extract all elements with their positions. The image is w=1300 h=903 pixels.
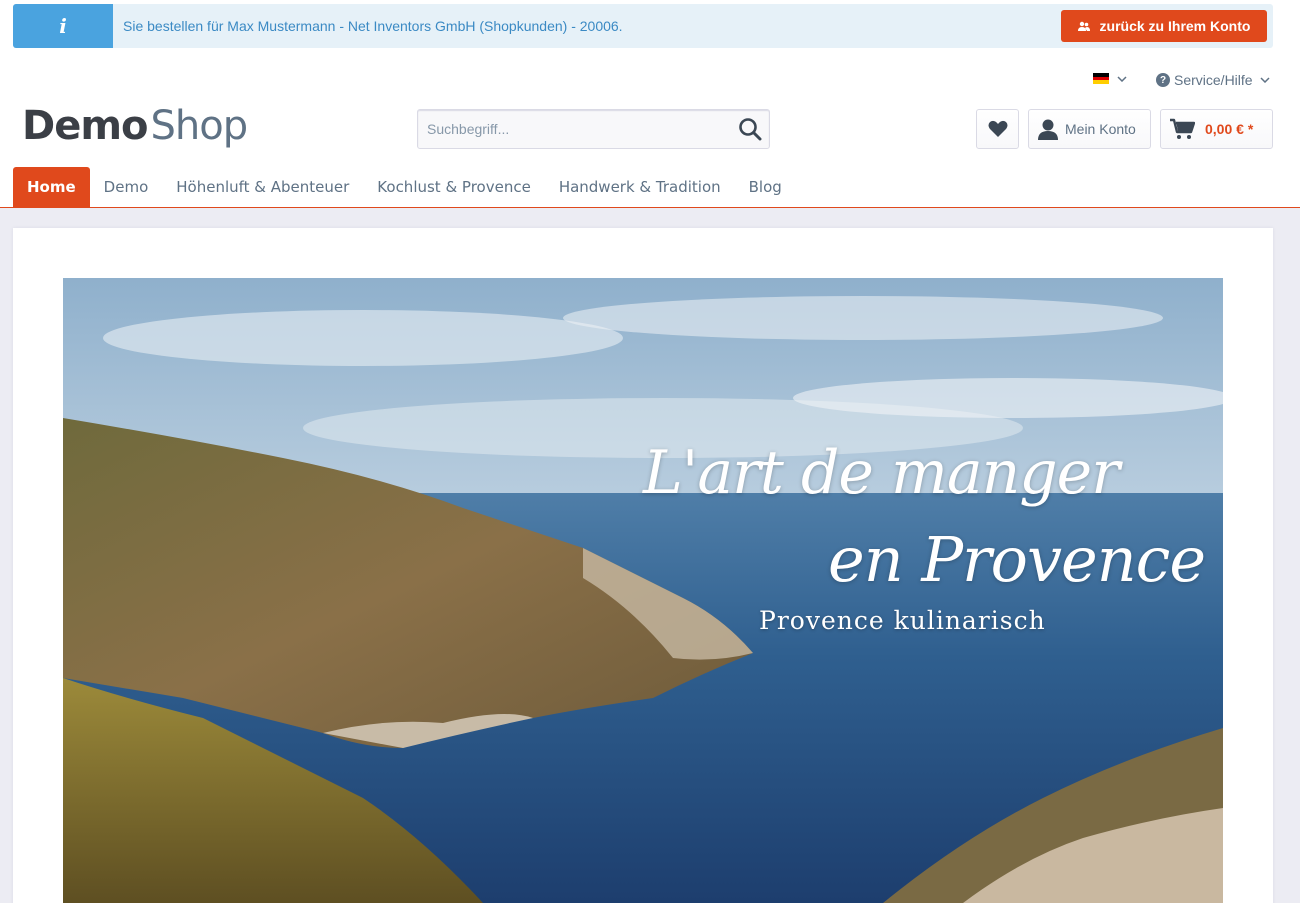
search-box: [417, 109, 770, 149]
chevron-down-icon: [1117, 75, 1127, 82]
chevron-down-icon: [1260, 77, 1270, 83]
nav-item-hoehenluft-abenteuer[interactable]: Höhenluft & Abenteuer: [162, 167, 363, 207]
wishlist-button[interactable]: [976, 109, 1019, 149]
back-button-label: zurück zu Ihrem Konto: [1099, 18, 1251, 34]
search-input[interactable]: [418, 110, 718, 148]
back-to-account-button[interactable]: zurück zu Ihrem Konto: [1061, 10, 1267, 42]
info-icon-glyph: i: [59, 14, 67, 38]
info-icon: i: [13, 4, 113, 48]
nav-item-home[interactable]: Home: [13, 167, 90, 207]
my-account-button[interactable]: Mein Konto: [1028, 109, 1151, 149]
users-icon: [1077, 21, 1090, 31]
cart-icon: [1170, 118, 1195, 139]
user-icon: [1038, 119, 1058, 140]
notice-text: Sie bestellen für Max Mustermann - Net I…: [123, 18, 623, 34]
provence-landscape-image: [63, 278, 1223, 903]
nav-item-handwerk-tradition[interactable]: Handwerk & Tradition: [545, 167, 735, 207]
cart-amount: 0,00 € *: [1205, 121, 1254, 137]
heart-icon: [988, 120, 1007, 137]
main-navigation: Home Demo Höhenluft & Abenteuer Kochlust…: [0, 167, 1300, 208]
customer-notice-bar: i Sie bestellen für Max Mustermann - Net…: [13, 4, 1273, 48]
my-account-label: Mein Konto: [1065, 121, 1136, 137]
nav-item-blog[interactable]: Blog: [735, 167, 796, 207]
search-icon[interactable]: [737, 116, 763, 142]
hero-banner[interactable]: L'art de manger en Provence Provence kul…: [63, 278, 1223, 903]
nav-item-demo[interactable]: Demo: [90, 167, 163, 207]
question-icon: ?: [1156, 73, 1170, 87]
logo-part-shop: Shop: [150, 103, 249, 149]
de-flag-icon: [1093, 73, 1109, 85]
cart-button[interactable]: 0,00 € *: [1160, 109, 1273, 149]
logo-part-demo: Demo: [22, 103, 148, 149]
service-help-label: Service/Hilfe: [1174, 72, 1253, 88]
shop-logo[interactable]: DemoShop: [22, 103, 249, 149]
service-help-menu[interactable]: ? Service/Hilfe: [1156, 72, 1270, 88]
language-switcher[interactable]: [1093, 73, 1127, 85]
nav-item-kochlust-provence[interactable]: Kochlust & Provence: [363, 167, 545, 207]
